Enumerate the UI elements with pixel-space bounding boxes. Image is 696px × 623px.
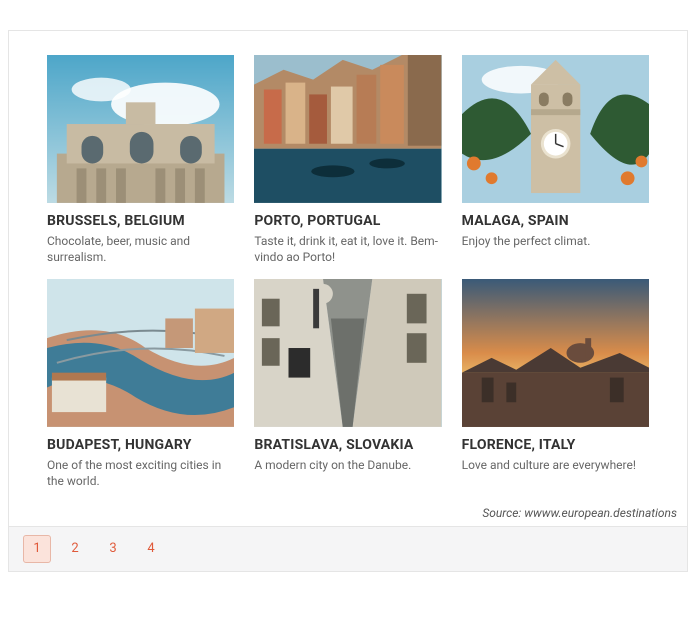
destination-title: BUDAPEST, HUNGARY xyxy=(47,437,234,453)
destination-title: BRATISLAVA, SLOVAKIA xyxy=(254,437,441,453)
destination-card[interactable]: BRATISLAVA, SLOVAKIA A modern city on th… xyxy=(254,279,441,489)
destination-image xyxy=(462,279,649,427)
pagination: 1 2 3 4 xyxy=(9,526,687,571)
destination-image xyxy=(254,279,441,427)
destination-image xyxy=(47,279,234,427)
page-button-2[interactable]: 2 xyxy=(61,535,89,563)
destination-title: MALAGA, SPAIN xyxy=(462,213,649,229)
destination-title: PORTO, PORTUGAL xyxy=(254,213,441,229)
destination-desc: Chocolate, beer, music and surrealism. xyxy=(47,233,234,265)
destination-title: BRUSSELS, BELGIUM xyxy=(47,213,234,229)
page-button-4[interactable]: 4 xyxy=(137,535,165,563)
destination-title: FLORENCE, ITALY xyxy=(462,437,649,453)
destinations-grid: BRUSSELS, BELGIUM Chocolate, beer, music… xyxy=(9,31,687,500)
destinations-panel: BRUSSELS, BELGIUM Chocolate, beer, music… xyxy=(8,30,688,572)
page-button-1[interactable]: 1 xyxy=(23,535,51,563)
destination-desc: One of the most exciting cities in the w… xyxy=(47,457,234,489)
destination-card[interactable]: MALAGA, SPAIN Enjoy the perfect climat. xyxy=(462,55,649,265)
destination-image xyxy=(47,55,234,203)
destination-image xyxy=(462,55,649,203)
destination-desc: A modern city on the Danube. xyxy=(254,457,441,473)
destination-card[interactable]: FLORENCE, ITALY Love and culture are eve… xyxy=(462,279,649,489)
destination-desc: Taste it, drink it, eat it, love it. Bem… xyxy=(254,233,441,265)
destination-card[interactable]: BUDAPEST, HUNGARY One of the most exciti… xyxy=(47,279,234,489)
destination-card[interactable]: BRUSSELS, BELGIUM Chocolate, beer, music… xyxy=(47,55,234,265)
destination-desc: Love and culture are everywhere! xyxy=(462,457,649,473)
destination-image xyxy=(254,55,441,203)
page-button-3[interactable]: 3 xyxy=(99,535,127,563)
source-attribution: Source: wwww.european.destinations xyxy=(9,500,687,526)
destination-desc: Enjoy the perfect climat. xyxy=(462,233,649,249)
destination-card[interactable]: PORTO, PORTUGAL Taste it, drink it, eat … xyxy=(254,55,441,265)
